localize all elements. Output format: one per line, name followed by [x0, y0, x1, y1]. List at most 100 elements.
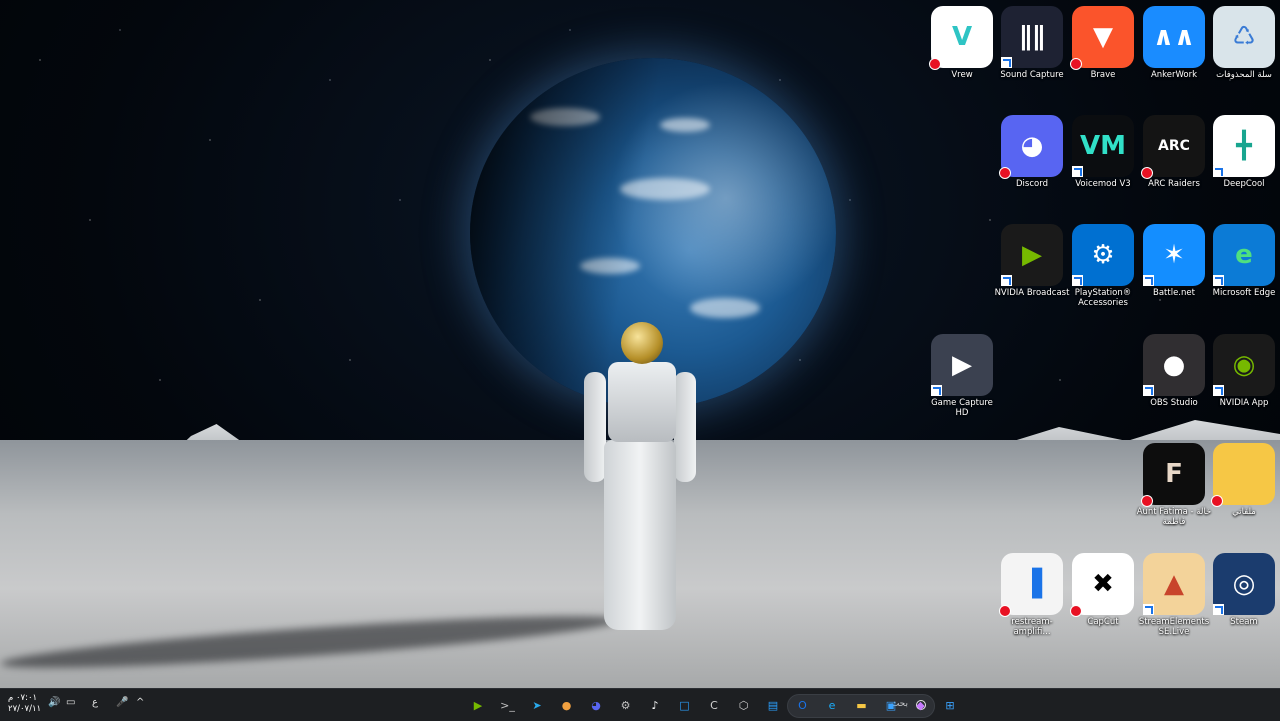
desktop-icon-label: Battle.net: [1153, 288, 1195, 298]
taskbar-chat-app-icon[interactable]: ●: [557, 695, 577, 715]
app-icon: ◕: [999, 115, 1063, 179]
system-clock[interactable]: ٠٧:٠١ م ٢٧/٠٧/١١: [8, 693, 41, 715]
app-icon: e: [1213, 224, 1275, 286]
app-icon: ✖: [1070, 553, 1134, 617]
taskbar-app-hex-icon[interactable]: ⬡: [734, 695, 754, 715]
app-glyph-icon: ◕: [1020, 131, 1044, 161]
app-glyph-icon: ╋: [1236, 131, 1252, 161]
error-badge-icon: [1141, 167, 1153, 179]
desktop-icon[interactable]: F Aunt Fatima - خالة فاطمة: [1136, 443, 1212, 527]
error-badge-icon: [1070, 605, 1082, 617]
taskbar-ctrl-icon[interactable]: C: [704, 695, 724, 715]
desktop-icon-label: NVIDIA Broadcast: [994, 288, 1070, 298]
taskbar-copilot-icon[interactable]: ◆: [911, 695, 931, 715]
taskbar-store-icon[interactable]: ▤: [763, 695, 783, 715]
desktop-icon-label: restream-amplifi...: [1011, 617, 1053, 637]
taskbar-telegram-icon[interactable]: ➤: [527, 695, 547, 715]
desktop-icon[interactable]: ✖ CapCut: [1065, 553, 1141, 627]
app-glyph-icon: ✖: [1092, 569, 1114, 599]
app-glyph-icon: F: [1165, 459, 1183, 489]
app-icon: [1211, 443, 1275, 507]
chevron-up-icon[interactable]: ^: [136, 697, 144, 708]
desktop-icon[interactable]: V Vrew: [924, 6, 1000, 80]
desktop-icon[interactable]: ▶ Game Capture HD: [924, 334, 1000, 418]
app-glyph-icon: ♺: [1232, 22, 1256, 52]
desktop-icon[interactable]: ▲ StreamElements SE.Live: [1136, 553, 1212, 637]
desktop-icon[interactable]: ARC ARC Raiders: [1136, 115, 1212, 189]
desktop-icon[interactable]: VM Voicemod V3: [1065, 115, 1141, 189]
desktop-icon[interactable]: ∧∧ AnkerWork: [1136, 6, 1212, 80]
app-glyph-icon: ◎: [1232, 569, 1256, 599]
taskbar-outlook-icon[interactable]: O: [793, 695, 813, 715]
desktop-icon[interactable]: ◕ Discord: [994, 115, 1070, 189]
error-badge-icon: [999, 605, 1011, 617]
shortcut-arrow-icon: [1213, 385, 1224, 396]
desktop-icon[interactable]: ● OBS Studio: [1136, 334, 1212, 408]
app-icon: ▶: [1001, 224, 1063, 286]
astronaut-helmet: [621, 322, 663, 364]
taskbar-nvidia-icon[interactable]: ▶: [468, 695, 488, 715]
app-glyph-icon: ✶: [1163, 240, 1185, 270]
desktop-icon-label: OBS Studio: [1150, 398, 1198, 408]
taskbar-file-explorer-icon[interactable]: ▬: [852, 695, 872, 715]
desktop-icon-label: PlayStation® Accessories: [1074, 288, 1132, 308]
desktop-icon[interactable]: e Microsoft Edge: [1206, 224, 1280, 298]
app-glyph-icon: V: [951, 22, 973, 52]
desktop-icon[interactable]: ✶ Battle.net: [1136, 224, 1212, 298]
app-glyph-icon: ⚙: [1091, 240, 1115, 270]
desktop-icon-label: Microsoft Edge: [1212, 288, 1276, 298]
taskbar-ms-store-icon[interactable]: ▣: [881, 695, 901, 715]
desktop-icon[interactable]: ╋ DeepCool: [1206, 115, 1280, 189]
app-icon: ▐: [999, 553, 1063, 617]
desktop-icon[interactable]: ▶ NVIDIA Broadcast: [994, 224, 1070, 298]
astronaut-backpack: [608, 362, 676, 442]
desktop-icon-label: Discord: [1016, 179, 1048, 189]
desktop-icon[interactable]: ▐ restream-amplifi...: [994, 553, 1070, 637]
taskbar-settings-icon[interactable]: ⚙: [616, 695, 636, 715]
app-icon: ◎: [1213, 553, 1275, 615]
app-glyph-icon: e: [1235, 240, 1253, 270]
desktop-icon-label: ARC Raiders: [1148, 179, 1200, 189]
volume-icon[interactable]: 🔊: [48, 697, 60, 708]
desktop-icon[interactable]: ◎ Steam: [1206, 553, 1280, 627]
desktop-icon[interactable]: ♺ سلة المحذوفات: [1206, 6, 1280, 80]
shortcut-arrow-icon: [1143, 275, 1154, 286]
app-icon: F: [1141, 443, 1205, 507]
app-icon: ∧∧: [1143, 6, 1205, 68]
app-glyph-icon: ARC: [1158, 138, 1190, 154]
app-icon: ▶: [931, 334, 993, 396]
clock-date: ٢٧/٠٧/١١: [8, 704, 42, 714]
language-indicator[interactable]: ع: [92, 697, 98, 708]
taskbar-window-icon[interactable]: □: [675, 695, 695, 715]
shortcut-arrow-icon: [1213, 604, 1224, 615]
taskbar-discord-icon[interactable]: ◕: [586, 695, 606, 715]
app-glyph-icon: ●: [1162, 350, 1186, 380]
app-icon: ▲: [1143, 553, 1205, 615]
error-badge-icon: [1070, 58, 1082, 70]
shortcut-arrow-icon: [1143, 604, 1154, 615]
desktop-icon[interactable]: ⚙ PlayStation® Accessories: [1065, 224, 1141, 308]
app-glyph-icon: ▶: [1022, 240, 1042, 270]
shortcut-arrow-icon: [931, 385, 942, 396]
app-icon: ●: [1143, 334, 1205, 396]
astronaut-arm: [674, 372, 696, 482]
desktop-icon[interactable]: ملفاتي: [1206, 443, 1280, 517]
desktop-icon[interactable]: ∥∥ Sound Capture: [994, 6, 1070, 80]
taskbar-start-icon[interactable]: ⊞: [940, 695, 960, 715]
app-glyph-icon: ∧∧: [1152, 22, 1196, 52]
taskbar-tiktok-icon[interactable]: ♪: [645, 695, 665, 715]
astronaut: [578, 322, 702, 634]
taskbar-terminal-icon[interactable]: >_: [498, 695, 518, 715]
desktop-icon[interactable]: ▼ Brave: [1065, 6, 1141, 80]
error-badge-icon: [999, 167, 1011, 179]
taskbar-edge-icon[interactable]: e: [822, 695, 842, 715]
app-glyph-icon: ▼: [1093, 22, 1113, 52]
desktop-icon-label: Sound Capture: [1000, 70, 1064, 80]
desktop-icon-label: NVIDIA App: [1219, 398, 1269, 408]
app-icon: ▼: [1070, 6, 1134, 70]
desktop-icon[interactable]: ◉ NVIDIA App: [1206, 334, 1280, 408]
shortcut-arrow-icon: [1072, 166, 1083, 177]
desktop-icon-label: Voicemod V3: [1075, 179, 1131, 189]
battery-icon[interactable]: ▭: [66, 697, 75, 708]
microphone-icon[interactable]: 🎤: [116, 697, 128, 708]
